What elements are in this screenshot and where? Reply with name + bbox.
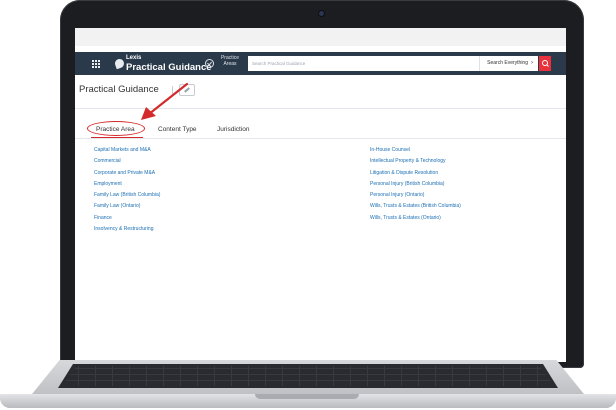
practice-area-list-right: In-House Counsel Intellectual Property &… [370, 145, 461, 224]
practice-areas-menu[interactable]: Practice Areas [218, 55, 242, 67]
list-item[interactable]: Wills, Trusts & Estates (Ontario) [370, 213, 461, 224]
laptop-notch [255, 394, 359, 399]
list-item[interactable]: Wills, Trusts & Estates (British Columbi… [370, 201, 461, 212]
list-item[interactable]: Finance [94, 213, 160, 224]
tab-jurisdiction[interactable]: Jurisdiction [217, 126, 250, 133]
list-item[interactable]: Employment [94, 179, 160, 190]
browser-top-strip [75, 28, 566, 46]
list-item[interactable]: In-House Counsel [370, 145, 461, 156]
apps-grid-icon[interactable] [92, 60, 100, 68]
list-item[interactable]: Personal Injury (Ontario) [370, 190, 461, 201]
list-item[interactable]: Intellectual Property & Technology [370, 156, 461, 167]
list-item[interactable]: Litigation & Dispute Resolution [370, 168, 461, 179]
keyboard-keys [62, 366, 554, 386]
list-item[interactable]: Insolvency & Restructuring [94, 224, 160, 235]
list-item[interactable]: Family Law (British Columbia) [94, 190, 160, 201]
compass-icon[interactable] [205, 59, 214, 68]
search-scope-dropdown[interactable]: Search Everything › [479, 56, 537, 71]
search-scope-label: Search Everything [487, 60, 528, 66]
top-navbar: Lexis Practical Guidance Practice Areas … [75, 52, 566, 75]
list-item[interactable]: Family Law (Ontario) [94, 201, 160, 212]
webcam [319, 11, 324, 16]
search-icon-handle [546, 64, 549, 67]
brand-top: Lexis [126, 55, 142, 61]
list-item[interactable]: Commercial [94, 156, 160, 167]
list-item[interactable]: Corporate and Private M&A [94, 168, 160, 179]
chevron-right-icon: › [531, 60, 533, 66]
lexis-logo-icon [113, 57, 126, 70]
brand-name[interactable]: Practical Guidance [126, 62, 212, 73]
practice-area-list-left: Capital Markets and M&A Commercial Corpo… [94, 145, 160, 235]
list-item[interactable]: Capital Markets and M&A [94, 145, 160, 156]
tab-content-type[interactable]: Content Type [158, 126, 197, 133]
screen: Lexis Practical Guidance Practice Areas … [75, 28, 566, 362]
search-button[interactable] [539, 56, 551, 71]
list-item[interactable]: Personal Injury (British Columbia) [370, 179, 461, 190]
tab-practice-area[interactable]: Practice Area [96, 126, 135, 133]
tabs-divider [75, 138, 566, 139]
annotation-arrow-icon [141, 82, 189, 120]
